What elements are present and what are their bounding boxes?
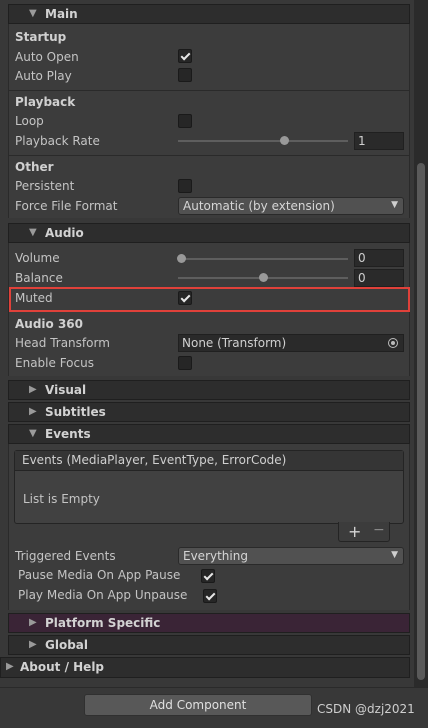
scrollbar-thumb[interactable] [417, 163, 425, 680]
audio360-header: Audio 360 [15, 317, 84, 331]
volume-label: Volume [15, 251, 60, 265]
foldout-open-icon: ▼ [29, 428, 37, 439]
persistent-checkbox[interactable] [178, 179, 192, 193]
pause-on-app-pause-label: Pause Media On App Pause [18, 568, 181, 582]
divider [8, 155, 410, 156]
foldout-closed-icon: ▶ [29, 406, 37, 417]
balance-label: Balance [15, 271, 63, 285]
balance-slider-knob[interactable] [259, 273, 268, 282]
foldout-events-title: Events [45, 427, 91, 441]
foldout-about-help-title: About / Help [20, 660, 105, 674]
loop-checkbox[interactable] [178, 114, 192, 128]
enable-focus-checkbox[interactable] [178, 356, 192, 370]
force-file-format-dropdown[interactable]: Automatic (by extension) ▼ [178, 197, 404, 215]
foldout-closed-icon: ▶ [29, 384, 37, 395]
events-list-empty: List is Empty [23, 492, 100, 506]
divider [8, 90, 410, 91]
head-transform-label: Head Transform [15, 336, 110, 350]
triggered-events-label: Triggered Events [15, 549, 116, 563]
events-list: Events (MediaPlayer, EventType, ErrorCod… [14, 450, 404, 524]
foldout-closed-icon: ▶ [29, 639, 37, 650]
remove-icon[interactable]: − [373, 522, 385, 538]
auto-play-label: Auto Play [15, 69, 72, 83]
foldout-subtitles[interactable]: ▶ Subtitles [8, 402, 410, 422]
playback-rate-slider[interactable] [178, 140, 348, 142]
play-on-app-unpause-label: Play Media On App Unpause [18, 588, 188, 602]
foldout-main[interactable]: ▼ Main [8, 4, 410, 24]
dropdown-arrow-icon: ▼ [391, 200, 398, 210]
head-transform-value: None (Transform) [182, 336, 287, 350]
foldout-visual-title: Visual [45, 383, 87, 397]
foldout-visual[interactable]: ▶ Visual [8, 380, 410, 400]
playback-header: Playback [15, 95, 76, 109]
volume-slider-knob[interactable] [177, 254, 186, 263]
loop-label: Loop [15, 114, 44, 128]
auto-open-label: Auto Open [15, 50, 79, 64]
add-component-button[interactable]: Add Component [84, 694, 312, 716]
playback-rate-field[interactable]: 1 [354, 132, 404, 150]
other-header: Other [15, 160, 54, 174]
auto-play-checkbox[interactable] [178, 68, 192, 82]
foldout-global[interactable]: ▶ Global [8, 635, 410, 655]
add-icon[interactable]: + [348, 522, 361, 541]
muted-highlight-box [9, 287, 410, 312]
triggered-events-dropdown[interactable]: Everything ▼ [178, 547, 404, 565]
foldout-closed-icon: ▶ [6, 661, 14, 672]
startup-header: Startup [15, 30, 67, 44]
foldout-audio[interactable]: ▼ Audio [8, 223, 410, 243]
enable-focus-label: Enable Focus [15, 356, 94, 370]
playback-rate-slider-knob[interactable] [280, 136, 289, 145]
foldout-events[interactable]: ▼ Events [8, 424, 410, 444]
balance-field[interactable]: 0 [354, 269, 404, 287]
list-add-remove: + − [338, 522, 390, 542]
playback-rate-label: Playback Rate [15, 134, 100, 148]
foldout-about-help[interactable]: ▶ About / Help [0, 657, 410, 678]
volume-slider[interactable] [178, 258, 348, 260]
auto-open-checkbox[interactable] [178, 49, 192, 63]
foldout-open-icon: ▼ [29, 8, 37, 19]
play-on-app-unpause-checkbox[interactable] [203, 589, 217, 603]
events-list-header: Events (MediaPlayer, EventType, ErrorCod… [15, 451, 403, 471]
volume-field[interactable]: 0 [354, 249, 404, 267]
triggered-events-value: Everything [183, 549, 248, 563]
pause-on-app-pause-checkbox[interactable] [201, 569, 215, 583]
foldout-global-title: Global [45, 638, 89, 652]
foldout-closed-icon: ▶ [29, 617, 37, 628]
foldout-platform-specific-title: Platform Specific [45, 616, 161, 630]
persistent-label: Persistent [15, 179, 75, 193]
foldout-platform-specific[interactable]: ▶ Platform Specific [8, 613, 410, 633]
foldout-main-title: Main [45, 7, 78, 21]
foldout-subtitles-title: Subtitles [45, 405, 106, 419]
force-file-format-value: Automatic (by extension) [183, 199, 335, 213]
object-picker-icon[interactable] [388, 338, 398, 348]
head-transform-field[interactable]: None (Transform) [178, 334, 404, 352]
watermark: CSDN @dzj2021 [317, 702, 415, 716]
foldout-audio-title: Audio [45, 226, 84, 240]
force-file-format-label: Force File Format [15, 199, 118, 213]
dropdown-arrow-icon: ▼ [391, 550, 398, 560]
foldout-open-icon: ▼ [29, 227, 37, 238]
